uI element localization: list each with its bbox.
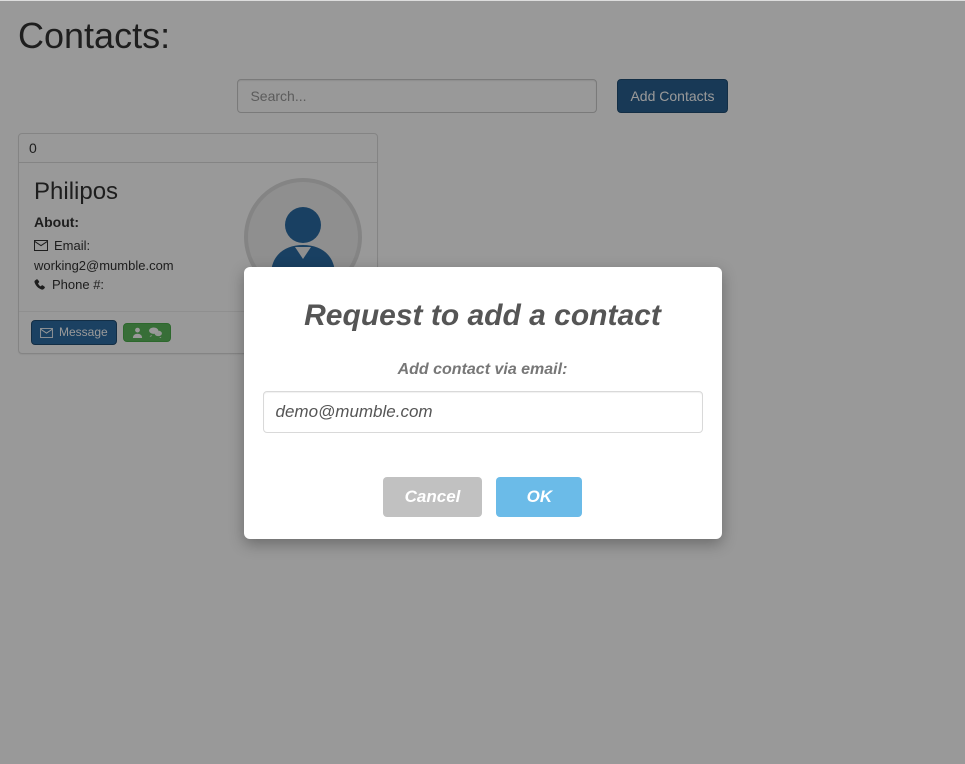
ok-button[interactable]: OK: [496, 477, 582, 517]
cancel-button[interactable]: Cancel: [383, 477, 483, 517]
modal-backdrop[interactable]: Request to add a contact Add contact via…: [0, 1, 965, 764]
add-contact-email-input[interactable]: [263, 391, 703, 433]
add-contact-modal: Request to add a contact Add contact via…: [244, 267, 722, 539]
modal-subtitle: Add contact via email:: [262, 361, 704, 379]
modal-actions: Cancel OK: [262, 477, 704, 517]
modal-title: Request to add a contact: [262, 299, 704, 333]
